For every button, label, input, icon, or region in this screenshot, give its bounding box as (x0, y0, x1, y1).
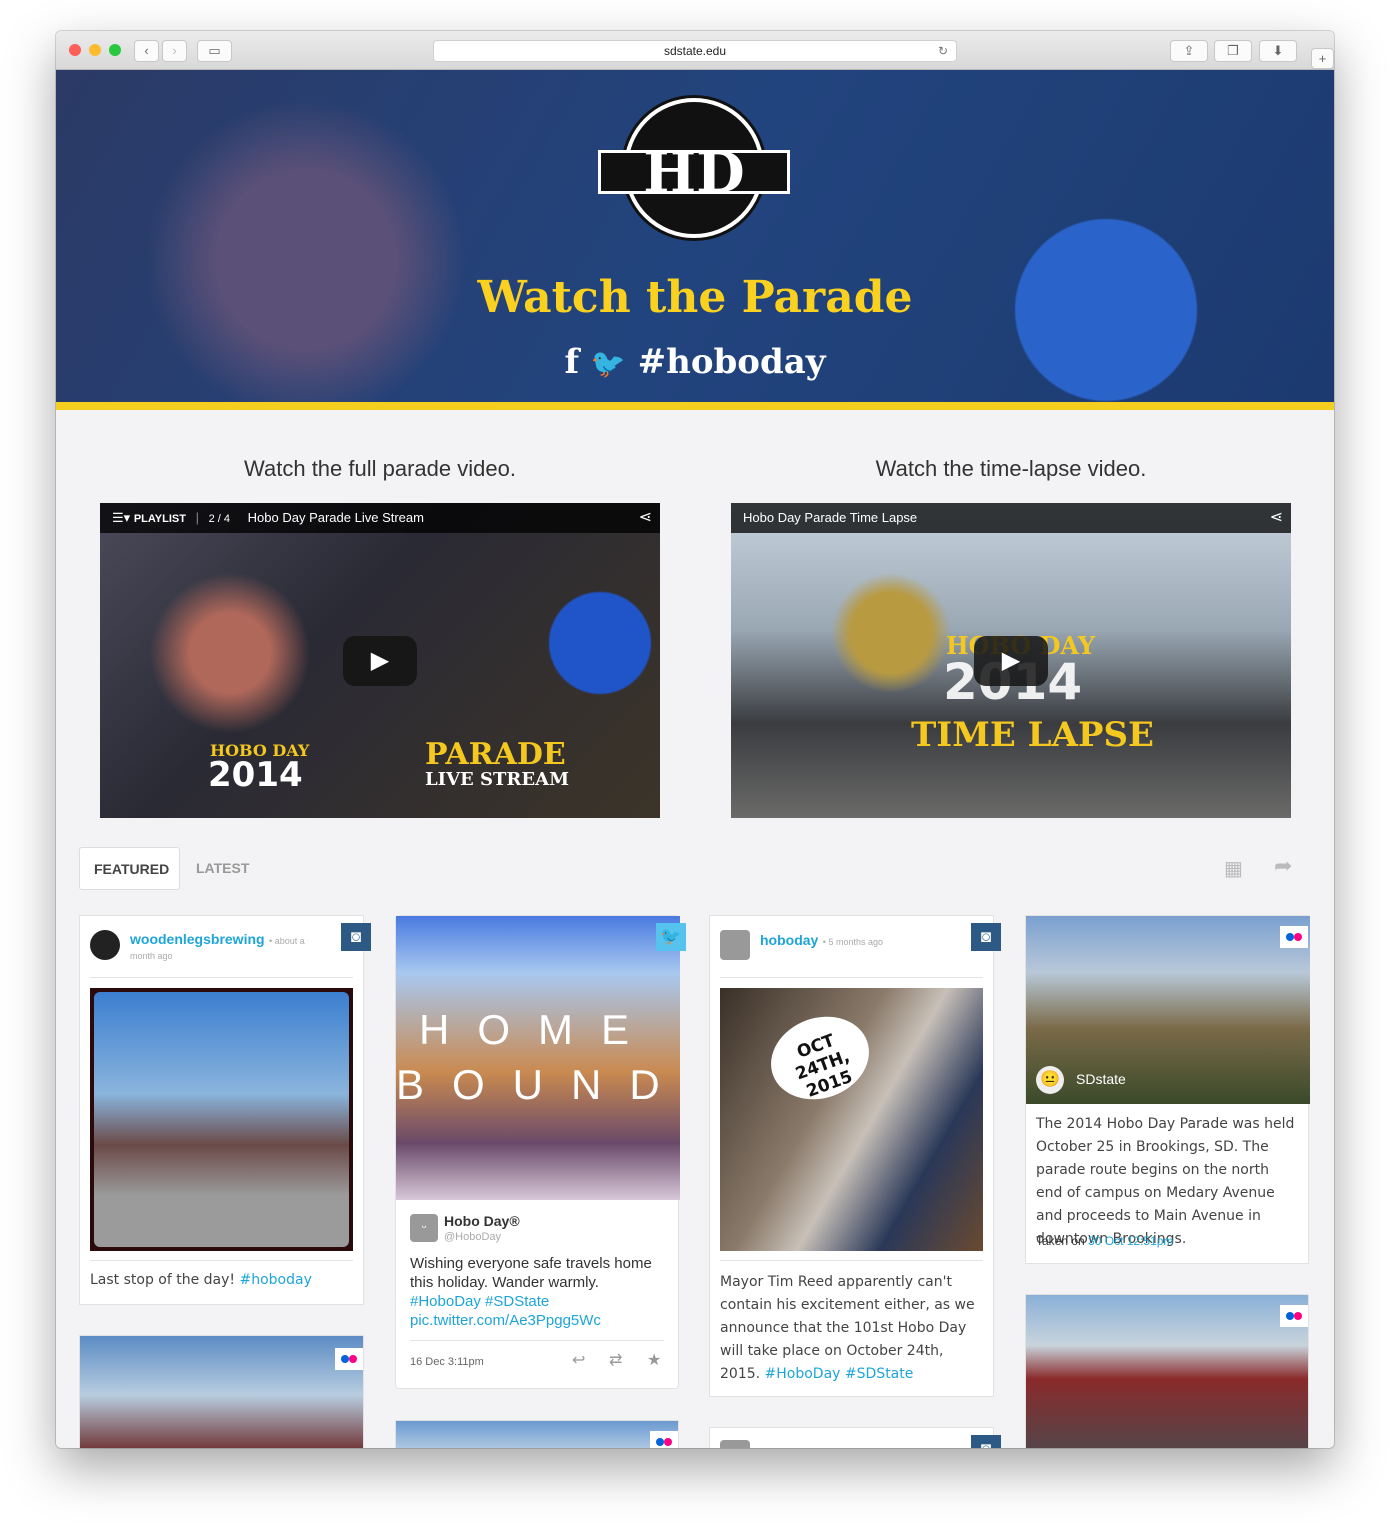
hobo-day-logo: HD (598, 98, 790, 238)
tweet-handle[interactable]: @HoboDay (444, 1231, 501, 1243)
new-tab-button[interactable]: + (1311, 48, 1334, 69)
forward-button[interactable]: › (162, 40, 187, 62)
caption-text: Last stop of the day! (90, 1272, 240, 1288)
hashtag-line: f 🐦 #hoboday (56, 342, 1334, 382)
image-text: HOME (419, 1006, 657, 1053)
post-image[interactable]: HOME BOUND (396, 916, 680, 1200)
flickr-icon (1280, 926, 1308, 948)
tab-featured[interactable]: FEATURED (79, 847, 180, 890)
post-image[interactable]: 😐 SDstate (1026, 916, 1310, 1104)
accent-bar (56, 402, 1334, 410)
post-image[interactable] (90, 988, 353, 1251)
video-title[interactable]: Hobo Day Parade Time Lapse (743, 510, 917, 525)
playlist-label[interactable]: PLAYLIST (134, 513, 186, 525)
taken-date-link[interactable]: 30 Oct 12:51pm (1088, 1234, 1173, 1248)
flickr-post-card[interactable] (79, 1335, 364, 1448)
timelapse-video-player[interactable]: Hobo Day Parade Time Lapse ⋖ HOBO DAY 20… (731, 503, 1291, 818)
tweet-text: Wishing everyone safe travels home this … (410, 1255, 652, 1291)
video-title[interactable]: Hobo Day Parade Live Stream (248, 510, 424, 525)
flickr-icon (335, 1348, 363, 1370)
post-image[interactable]: OCT 24TH, 2015 (720, 988, 983, 1251)
flickr-icon (1280, 1305, 1308, 1327)
post-username[interactable]: hoboday (760, 932, 818, 948)
browser-window: ‹ › ▭ sdstate.edu ↻ ⇪ ❐ ⬇ + HD Watch the … (56, 31, 1334, 1448)
share-icon[interactable]: ⋖ (639, 503, 652, 533)
flickr-post-card[interactable] (1025, 1294, 1309, 1448)
browser-toolbar: ‹ › ▭ sdstate.edu ↻ ⇪ ❐ ⬇ + (56, 31, 1334, 70)
post-caption: The 2014 Hobo Day Parade was held Octobe… (1036, 1116, 1295, 1247)
avatar (720, 1440, 750, 1448)
post-caption: Last stop of the day! #hoboday (90, 1260, 353, 1292)
tweet-link[interactable]: pic.twitter.com/Ae3Ppgg5Wc (410, 1311, 668, 1330)
hashtag-link[interactable]: #hoboday (239, 1272, 311, 1288)
url-text: sdstate.edu (663, 44, 727, 58)
overlay-year: 2014 (208, 755, 303, 795)
share-icon[interactable]: ⋖ (1270, 503, 1283, 533)
retweet-icon[interactable]: ⇄ (609, 1350, 622, 1370)
avatar (720, 930, 750, 960)
minimize-button[interactable] (89, 44, 101, 56)
twitter-post-card[interactable]: HOME BOUND 🐦 ᵕ Hobo Day® @HoboDay Wishin… (395, 915, 686, 1389)
image-text: BOUND (396, 1061, 680, 1108)
avatar: 😐 (1036, 1066, 1064, 1094)
back-button[interactable]: ‹ (134, 40, 159, 62)
page-title: Watch the Parade (477, 272, 913, 323)
post-username[interactable]: SDstate (1076, 1071, 1126, 1087)
avatar (90, 930, 120, 960)
hashtag-link[interactable]: #SDState (845, 1366, 913, 1382)
overlay-title: PARADE (425, 737, 566, 772)
hashtag-link[interactable]: #HoboDay #SDState (410, 1292, 668, 1311)
post-header: hoboday • 5 months ago (720, 930, 983, 978)
post-header: woodenlegsbrewing • about a month ago (90, 930, 353, 978)
tabs-icon[interactable]: ❐ (1214, 40, 1252, 62)
tweet-author[interactable]: Hobo Day® (444, 1213, 520, 1229)
flickr-post-card[interactable] (395, 1420, 679, 1448)
image-text: OCT 24TH, 2015 (759, 1003, 881, 1113)
share-icon[interactable]: ⇪ (1170, 40, 1208, 62)
post-time: 5 months ago (828, 937, 883, 947)
play-button[interactable]: ▶ (343, 636, 417, 686)
parade-video-player[interactable]: ☰▾ PLAYLIST | 2 / 4 Hobo Day Parade Live… (100, 503, 660, 818)
instagram-icon: ◙ (971, 1435, 1001, 1448)
overlay-sub: LIVE STREAM (425, 769, 569, 790)
grid-view-icon[interactable]: ▦ (1224, 856, 1243, 881)
hashtag: #hoboday (637, 342, 826, 382)
video-heading: Watch the full parade video. (244, 456, 516, 481)
video-top-bar: Hobo Day Parade Time Lapse ⋖ (731, 503, 1291, 533)
tweet-date: 16 Dec 3:11pm (410, 1356, 484, 1368)
avatar: ᵕ (410, 1214, 438, 1242)
reply-icon[interactable]: ↩ (572, 1350, 585, 1370)
close-button[interactable] (69, 44, 81, 56)
zoom-button[interactable] (109, 44, 121, 56)
playlist-position: 2 / 4 (208, 513, 231, 525)
overlay-title: TIME LAPSE (911, 715, 1154, 755)
play-button[interactable]: ▶ (974, 636, 1048, 686)
share-arrow-icon[interactable]: ➦ (1274, 853, 1292, 879)
hero-banner: HD Watch the Parade f 🐦 #hoboday (56, 70, 1334, 402)
playlist-icon[interactable]: ☰▾ (112, 510, 130, 525)
instagram-post-card[interactable]: ◙ hoboday • 5 months ago OCT 24TH, 2015 … (709, 915, 1001, 1397)
reload-icon[interactable]: ↻ (938, 41, 948, 62)
hashtag-link[interactable]: #HoboDay (765, 1366, 841, 1382)
instagram-post-card[interactable]: ◙ woodenlegsbrewing • about a month ago … (79, 915, 371, 1305)
video-heading: Watch the time-lapse video. (875, 456, 1147, 481)
instagram-post-card[interactable]: ◙ (709, 1427, 1001, 1448)
logo-text: HD (643, 140, 745, 206)
post-username[interactable]: woodenlegsbrewing (130, 931, 265, 947)
favorite-icon[interactable]: ★ (647, 1350, 661, 1370)
tab-latest[interactable]: LATEST (182, 847, 263, 890)
post-caption: Mayor Tim Reed apparently can't contain … (720, 1260, 983, 1386)
twitter-icon[interactable]: 🐦 (591, 347, 626, 380)
download-icon[interactable]: ⬇ (1259, 40, 1297, 62)
flickr-post-card[interactable]: 😐 SDstate The 2014 Hobo Day Parade was h… (1025, 915, 1310, 1264)
address-bar[interactable]: sdstate.edu ↻ (433, 40, 957, 62)
sidebar-icon[interactable]: ▭ (197, 40, 232, 62)
flickr-icon (650, 1431, 678, 1448)
facebook-icon[interactable]: f (564, 342, 579, 382)
twitter-icon: 🐦 (656, 923, 686, 951)
taken-label: Taken on (1036, 1234, 1089, 1248)
video-top-bar: ☰▾ PLAYLIST | 2 / 4 Hobo Day Parade Live… (100, 503, 660, 533)
